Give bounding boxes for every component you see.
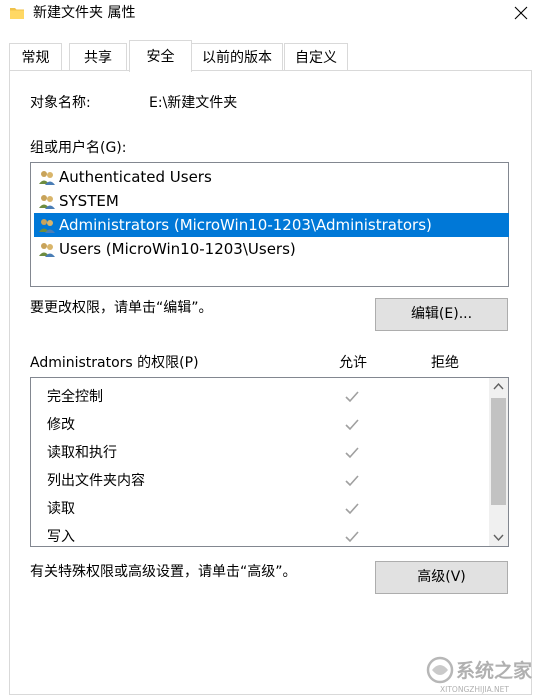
advanced-hint: 有关特殊权限或高级设置，请单击“高级”。 [30,564,297,580]
permission-row-write: 写入 [31,523,489,546]
permission-row-list-folder: 列出文件夹内容 [31,467,489,495]
list-item-users[interactable]: Users (MicroWin10-1203\Users) [34,237,509,261]
allow-check-icon [345,419,359,431]
allow-column-header: 允许 [339,355,367,371]
permission-name: 写入 [47,529,75,545]
close-button[interactable] [501,0,541,28]
permission-name: 读取 [47,501,75,517]
watermark-text: 系统之家 [456,659,533,682]
permission-row-read-execute: 读取和执行 [31,439,489,467]
edit-button[interactable]: 编辑(E)... [375,298,508,331]
folder-icon [10,8,24,19]
list-item-authenticated-users[interactable]: Authenticated Users [34,165,509,189]
close-icon [514,6,528,20]
permission-name: 修改 [47,417,75,433]
allow-check-icon [345,447,359,459]
users-group-icon [39,243,55,257]
list-item-system[interactable]: SYSTEM [34,189,509,213]
tab-customize[interactable]: 自定义 [284,43,348,71]
object-name-label: 对象名称: [30,95,91,111]
permission-row-full-control: 完全控制 [31,383,489,411]
permission-row-modify: 修改 [31,411,489,439]
object-name-value: E:\新建文件夹 [149,95,238,111]
list-item-label: Users (MicroWin10-1203\Users) [59,240,296,258]
list-item-label: SYSTEM [59,192,119,210]
permission-name: 读取和执行 [47,445,117,461]
allow-check-icon [345,391,359,403]
title-bar: 新建文件夹 属性 [0,0,541,28]
allow-check-icon [345,531,359,543]
window-title: 新建文件夹 属性 [33,5,136,21]
users-group-icon [39,195,55,209]
users-group-icon [39,171,55,185]
vertical-scrollbar[interactable] [489,378,508,546]
permission-name: 完全控制 [47,389,103,405]
tab-previous-versions[interactable]: 以前的版本 [191,43,283,71]
scroll-down-icon[interactable] [489,529,508,546]
permissions-list[interactable]: 完全控制 修改 读取和执行 列出文件夹内容 读取 写入 [30,377,509,547]
users-group-icon [39,219,55,233]
list-item-label: Authenticated Users [59,168,212,186]
deny-column-header: 拒绝 [431,355,459,371]
groups-listbox[interactable]: Authenticated Users SYSTEM Administrator… [30,162,509,287]
list-item-label: Administrators (MicroWin10-1203\Administ… [59,216,432,234]
watermark-subtext: XITONGZHIJIA.NET [440,685,509,694]
tab-sharing[interactable]: 共享 [69,43,127,71]
allow-check-icon [345,503,359,515]
groups-label: 组或用户名(G): [30,140,127,156]
permission-name: 列出文件夹内容 [47,473,145,489]
list-item-administrators[interactable]: Administrators (MicroWin10-1203\Administ… [34,213,509,237]
tab-general[interactable]: 常规 [9,43,62,71]
watermark-logo: 系统之家 XITONGZHIJIA.NET [426,656,533,694]
tab-security[interactable]: 安全 [129,40,192,72]
permission-row-read: 读取 [31,495,489,523]
allow-check-icon [345,475,359,487]
change-permissions-hint: 要更改权限，请单击“编辑”。 [30,300,213,316]
scrollbar-thumb[interactable] [491,398,506,505]
permissions-label: Administrators 的权限(P) [30,355,199,371]
advanced-button[interactable]: 高级(V) [375,561,508,594]
scroll-up-icon[interactable] [489,378,508,395]
